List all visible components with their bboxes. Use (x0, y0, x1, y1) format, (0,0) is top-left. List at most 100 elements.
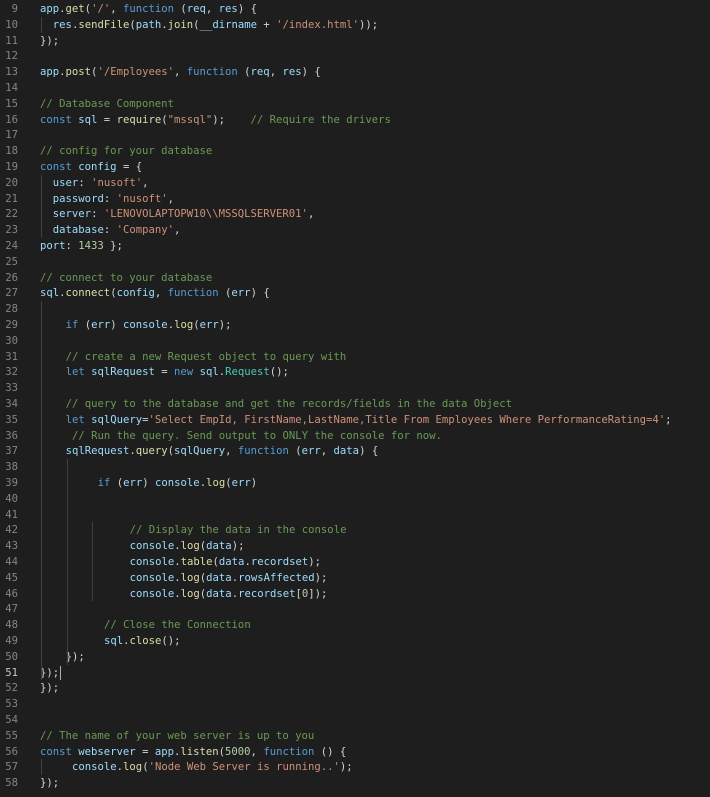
code-line[interactable]: 30 (0, 333, 710, 349)
code-token: : (103, 192, 117, 205)
code-line[interactable]: 42 // Display the data in the console (0, 522, 710, 538)
code-line[interactable]: 22 server: 'LENOVOLAPTOPW10\\MSSQLSERVER0… (0, 206, 710, 222)
code-line[interactable]: 50}); (0, 649, 710, 665)
line-code[interactable]: // create a new Request object to query … (66, 349, 347, 365)
code-line[interactable]: 12 (0, 48, 710, 64)
code-line[interactable]: 38 (0, 459, 710, 475)
line-code[interactable]: database: 'Company', (53, 222, 181, 238)
line-code[interactable]: if (err) console.log(err) (98, 475, 258, 491)
code-line[interactable]: 54 (0, 712, 710, 728)
line-code[interactable]: user: 'nusoft', (53, 175, 149, 191)
line-code[interactable]: // connect to your database (40, 270, 212, 286)
code-line[interactable]: 37 sqlRequest.query(sqlQuery, function (e… (0, 443, 710, 459)
code-line[interactable]: 33 (0, 380, 710, 396)
line-code[interactable]: sql.close(); (104, 633, 181, 649)
code-line[interactable]: 9 app.get('/', function (req, res) { (0, 1, 710, 17)
line-code[interactable]: // query to the database and get the rec… (66, 396, 512, 412)
line-code[interactable]: port: 1433 }; (40, 238, 123, 254)
line-number: 36 (5, 429, 18, 442)
code-line[interactable]: 52}); (0, 680, 710, 696)
code-line[interactable]: 34 // query to the database and get the r… (0, 396, 710, 412)
line-code[interactable]: // Run the query. Send output to ONLY th… (72, 428, 442, 444)
line-code[interactable]: app.get('/', function (req, res) { (40, 1, 257, 17)
line-code[interactable]: let sqlRequest = new sql.Request(); (66, 364, 289, 380)
code-line[interactable]: 21 password: 'nusoft', (0, 191, 710, 207)
line-code[interactable]: // Display the data in the console (130, 522, 347, 538)
code-line[interactable]: 17 (0, 127, 710, 143)
line-code[interactable]: sqlRequest.query(sqlQuery, function (err… (66, 443, 379, 459)
line-code[interactable]: }); (40, 665, 59, 681)
code-token: recordset (238, 587, 296, 600)
line-code[interactable]: // Close the Connection (104, 617, 251, 633)
line-code[interactable]: const webserver = app.listen(5000, funct… (40, 744, 346, 760)
line-code[interactable]: console.log(data); (130, 538, 245, 554)
code-line[interactable]: 15 // Database Component (0, 96, 710, 112)
code-editor[interactable]: 9 app.get('/', function (req, res) {10 res… (0, 0, 710, 797)
code-line[interactable]: 35 let sqlQuery='Select EmpId, FirstName,… (0, 412, 710, 428)
line-code[interactable]: res.sendFile(path.join(__dirname + '/ind… (53, 17, 378, 33)
code-line[interactable]: 31 // create a new Request object to quer… (0, 349, 710, 365)
code-token: 'LENOVOLAPTOPW10\\MSSQLSERVER01' (103, 208, 308, 221)
code-line[interactable]: 11}); (0, 33, 710, 49)
line-code[interactable]: }); (66, 649, 85, 665)
line-number: 9 (11, 3, 18, 15)
code-line[interactable]: 18 // config for your database (0, 143, 710, 159)
code-line[interactable]: 10 res.sendFile(path.join(__dirname + '/i… (0, 17, 710, 33)
code-line[interactable]: 49 sql.close(); (0, 633, 710, 649)
line-code[interactable]: sql.connect(config, function (err) { (40, 285, 270, 301)
code-line[interactable]: 51}); (0, 665, 710, 681)
line-code[interactable]: }); (40, 775, 59, 791)
code-line[interactable]: 26 // connect to your database (0, 270, 710, 286)
code-line[interactable]: 44 console.table(data.recordset); (0, 554, 710, 570)
code-line[interactable]: 20 user: 'nusoft', (0, 175, 710, 191)
line-code[interactable]: app.post('/Employees', function (req, re… (40, 64, 321, 80)
code-line[interactable]: 14 (0, 80, 710, 96)
line-code[interactable]: console.log('Node Web Server is running.… (72, 759, 353, 775)
code-token: = (135, 745, 155, 758)
line-code[interactable]: server: 'LENOVOLAPTOPW10\\MSSQLSERVER01'… (53, 206, 315, 222)
code-token: console (129, 571, 175, 584)
code-line[interactable]: 41 (0, 507, 710, 523)
code-line[interactable]: 48 // Close the Connection (0, 617, 710, 633)
code-line[interactable]: 29 if (err) console.log(err); (0, 317, 710, 333)
code-line[interactable]: 36 // Run the query. Send output to ONLY … (0, 428, 710, 444)
code-line[interactable]: 57 console.log('Node Web Server is runnin… (0, 759, 710, 775)
code-line[interactable]: 24 port: 1433 }; (0, 238, 710, 254)
code-line[interactable]: 27 sql.connect(config, function (err) { (0, 285, 710, 301)
code-line[interactable]: 53 (0, 696, 710, 712)
code-token: (); (161, 635, 181, 647)
code-line[interactable]: 28 (0, 301, 710, 317)
code-line[interactable]: 19 const config = { (0, 159, 710, 175)
code-line[interactable]: 43 console.log(data); (0, 538, 710, 554)
code-token: new (174, 366, 194, 379)
code-line[interactable]: 40 (0, 491, 710, 507)
code-line[interactable]: 46 console.log(data.recordset[0]); (0, 586, 710, 602)
code-line[interactable]: 16 const sql = require("mssql"); // Requi… (0, 112, 710, 128)
line-code[interactable]: // Database Component (40, 96, 174, 112)
code-token: , (269, 66, 283, 79)
line-code[interactable]: password: 'nusoft', (53, 191, 174, 207)
code-token: let (65, 366, 85, 379)
line-code[interactable]: console.table(data.recordset); (130, 554, 321, 570)
code-line[interactable]: 55 // The name of your web server is up t… (0, 728, 710, 744)
line-code[interactable]: const config = { (40, 159, 142, 175)
code-line[interactable]: 25 (0, 254, 710, 270)
code-line[interactable]: 47 (0, 601, 710, 617)
code-line[interactable]: 13 app.post('/Employees', function (req, … (0, 64, 710, 80)
code-line[interactable]: 23 database: 'Company', (0, 222, 710, 238)
line-code[interactable]: if (err) console.log(err); (66, 317, 232, 333)
code-line[interactable]: 45 console.log(data.rowsAffected); (0, 570, 710, 586)
line-code[interactable]: console.log(data.recordset[0]); (130, 586, 328, 602)
line-code[interactable]: const sql = require("mssql"); // Require… (40, 112, 391, 128)
line-code[interactable]: // The name of your web server is up to … (40, 728, 314, 744)
code-line[interactable]: 32 let sqlRequest = new sql.Request(); (0, 364, 710, 380)
line-number: 23 (5, 224, 18, 237)
code-line[interactable]: 58}); (0, 775, 710, 791)
line-code[interactable]: }); (40, 33, 59, 49)
code-line[interactable]: 56 const webserver = app.listen(5000, fun… (0, 744, 710, 760)
code-line[interactable]: 39 if (err) console.log(err) (0, 475, 710, 491)
line-code[interactable]: }); (40, 680, 59, 696)
line-code[interactable]: let sqlQuery='Select EmpId, FirstName,La… (66, 412, 672, 428)
line-code[interactable]: console.log(data.rowsAffected); (130, 570, 328, 586)
line-code[interactable]: // config for your database (40, 143, 212, 159)
